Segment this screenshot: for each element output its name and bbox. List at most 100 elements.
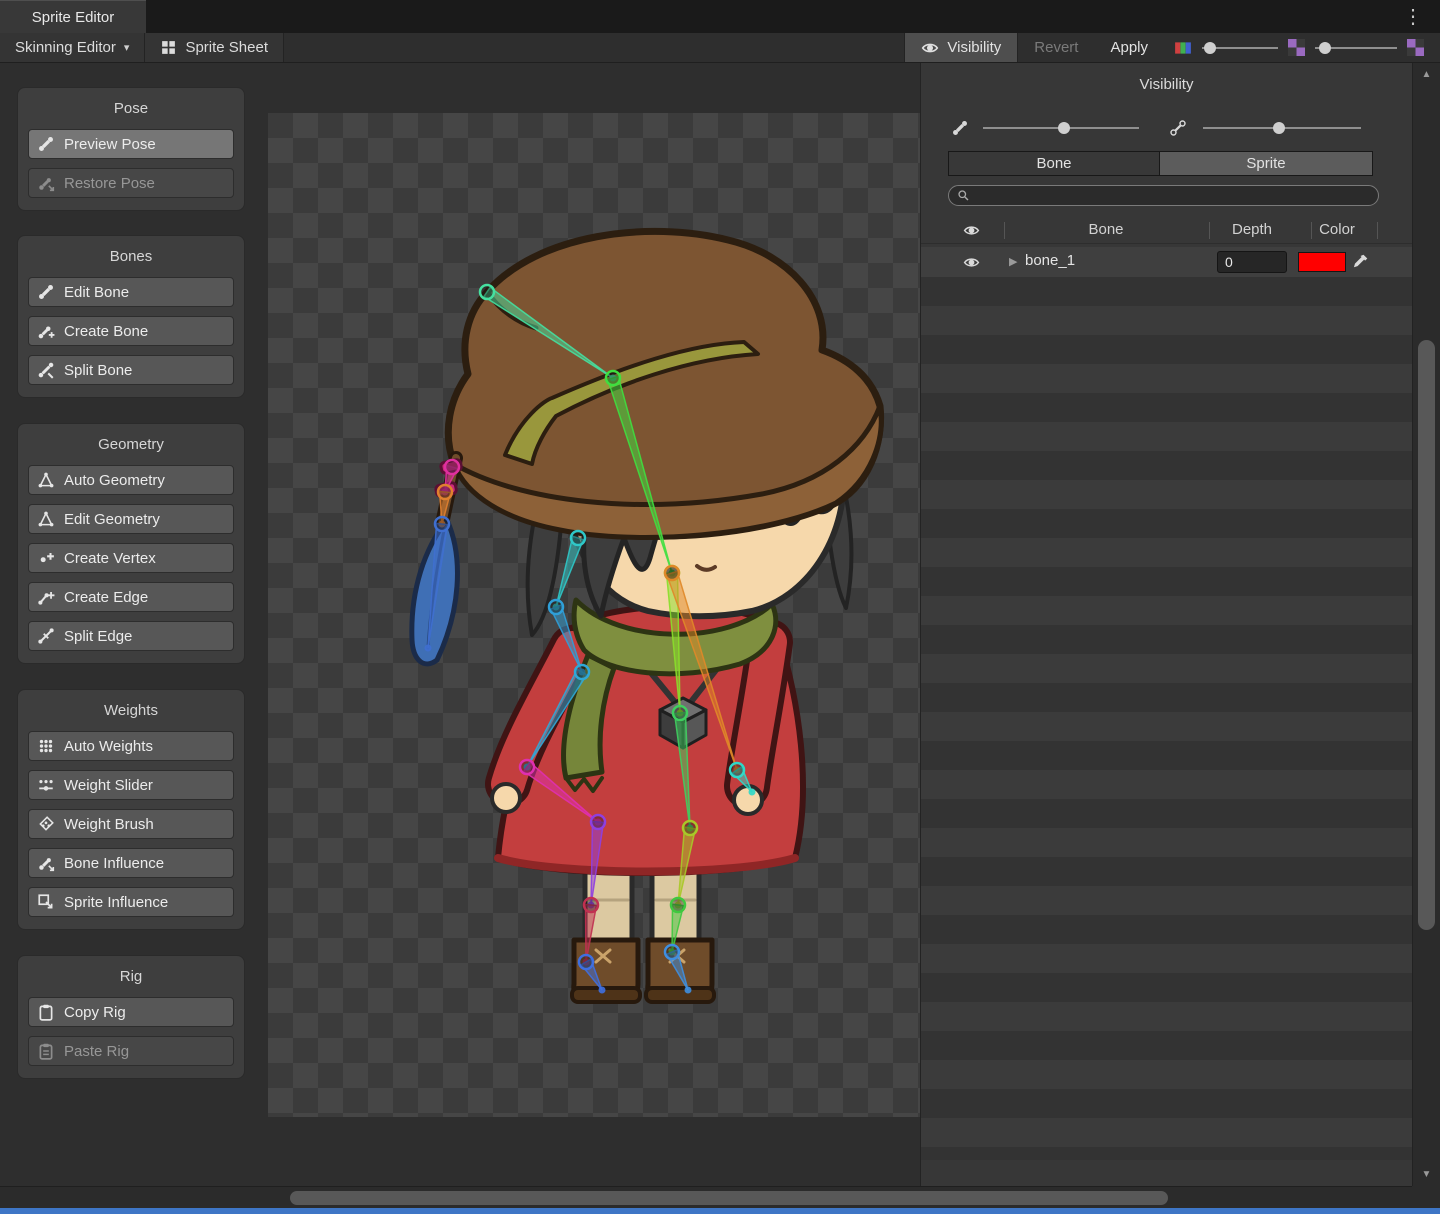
bone-color-swatch[interactable] bbox=[1298, 252, 1346, 272]
rig-panel-title: Rig bbox=[28, 968, 234, 985]
chevron-down-icon: ▾ bbox=[124, 41, 130, 54]
search-input[interactable] bbox=[970, 188, 1378, 203]
sprite-editor-window: Sprite Editor ⋮ Skinning Editor ▾ Sprite… bbox=[0, 0, 1440, 1214]
bone-table-header: Bone Depth Color bbox=[921, 217, 1412, 244]
bones-panel-title: Bones bbox=[28, 248, 234, 265]
sprite-influence-icon bbox=[37, 893, 55, 911]
search-box bbox=[948, 185, 1379, 206]
edit-bone-button[interactable]: Edit Bone bbox=[28, 277, 234, 307]
visibility-toggle-button[interactable]: Visibility bbox=[904, 33, 1018, 62]
sprite-sheet-grid-icon bbox=[160, 39, 177, 56]
bone-influence-button[interactable]: Bone Influence bbox=[28, 848, 234, 878]
restore-pose-label: Restore Pose bbox=[64, 175, 155, 192]
weight-slider-label: Weight Slider bbox=[64, 777, 153, 794]
weights-panel-title: Weights bbox=[28, 702, 234, 719]
weight-brush-button[interactable]: Weight Brush bbox=[28, 809, 234, 839]
revert-button[interactable]: Revert bbox=[1018, 33, 1094, 62]
window-bottom-edge bbox=[0, 1208, 1440, 1214]
create-bone-button[interactable]: Create Bone bbox=[28, 316, 234, 346]
revert-label: Revert bbox=[1034, 39, 1078, 56]
bone-opacity-slider[interactable] bbox=[983, 127, 1139, 129]
auto-weights-button[interactable]: Auto Weights bbox=[28, 731, 234, 761]
restore-pose-button[interactable]: Restore Pose bbox=[28, 168, 234, 198]
edit-bone-icon bbox=[37, 283, 55, 301]
window-tab-sprite-editor[interactable]: Sprite Editor bbox=[0, 0, 146, 33]
sprite-influence-label: Sprite Influence bbox=[64, 894, 168, 911]
toolbar-right-cluster: Visibility Revert Apply bbox=[904, 33, 1440, 62]
kebab-menu-icon[interactable]: ⋮ bbox=[1402, 4, 1424, 29]
split-bone-label: Split Bone bbox=[64, 362, 132, 379]
alpha-slider[interactable] bbox=[1202, 47, 1278, 49]
bone-opacity-slider-thumb[interactable] bbox=[1058, 122, 1070, 134]
bone-opacity-icon bbox=[951, 119, 969, 137]
mip-slider-thumb[interactable] bbox=[1319, 42, 1331, 54]
character-sprite bbox=[412, 231, 881, 1002]
bones-panel: Bones Edit Bone Create Bone Split Bone bbox=[18, 236, 244, 397]
sprite-opacity-slider[interactable] bbox=[1203, 127, 1361, 129]
weights-panel: Weights Auto Weights Weight Slider Weigh… bbox=[18, 690, 244, 929]
create-edge-button[interactable]: Create Edge bbox=[28, 582, 234, 612]
weight-brush-icon bbox=[37, 815, 55, 833]
preview-pose-button[interactable]: Preview Pose bbox=[28, 129, 234, 159]
split-edge-icon bbox=[37, 627, 55, 645]
mip-slider[interactable] bbox=[1315, 47, 1397, 49]
visibility-toggle-label: Visibility bbox=[947, 39, 1001, 56]
visibility-all-eye-icon[interactable] bbox=[963, 222, 980, 239]
bone-visibility-eye-icon[interactable] bbox=[963, 254, 980, 271]
tab-bone-label: Bone bbox=[1036, 155, 1071, 172]
edit-geometry-label: Edit Geometry bbox=[64, 511, 160, 528]
copy-rig-icon bbox=[37, 1003, 55, 1021]
alpha-slider-thumb[interactable] bbox=[1204, 42, 1216, 54]
edit-geometry-button[interactable]: Edit Geometry bbox=[28, 504, 234, 534]
column-depth: Depth bbox=[1217, 221, 1287, 238]
mip-checker-icon[interactable] bbox=[1407, 39, 1424, 56]
vertical-scrollbar-thumb[interactable] bbox=[1418, 340, 1435, 930]
window-tab-label: Sprite Editor bbox=[32, 9, 115, 26]
bone-influence-label: Bone Influence bbox=[64, 855, 164, 872]
search-icon bbox=[957, 189, 970, 202]
sprite-influence-button[interactable]: Sprite Influence bbox=[28, 887, 234, 917]
sprite-canvas[interactable] bbox=[268, 113, 920, 1117]
apply-label: Apply bbox=[1110, 39, 1148, 56]
vertical-scrollbar[interactable]: ▲ ▼ bbox=[1412, 63, 1440, 1186]
split-edge-button[interactable]: Split Edge bbox=[28, 621, 234, 651]
weight-slider-button[interactable]: Weight Slider bbox=[28, 770, 234, 800]
split-bone-button[interactable]: Split Bone bbox=[28, 355, 234, 385]
preview-pose-icon bbox=[37, 135, 55, 153]
auto-geometry-button[interactable]: Auto Geometry bbox=[28, 465, 234, 495]
eyedropper-icon[interactable] bbox=[1352, 253, 1369, 270]
tab-bone[interactable]: Bone bbox=[948, 151, 1160, 176]
create-vertex-icon bbox=[37, 549, 55, 567]
rig-panel: Rig Copy Rig Paste Rig bbox=[18, 956, 244, 1078]
geometry-panel: Geometry Auto Geometry Edit Geometry Cre… bbox=[18, 424, 244, 663]
scroll-down-arrow[interactable]: ▼ bbox=[1413, 1169, 1440, 1180]
apply-button[interactable]: Apply bbox=[1094, 33, 1164, 62]
create-edge-icon bbox=[37, 588, 55, 606]
horizontal-scrollbar[interactable] bbox=[0, 1186, 1412, 1208]
alpha-checker-icon[interactable] bbox=[1288, 39, 1305, 56]
rgb-color-mode-icon[interactable] bbox=[1174, 39, 1192, 57]
sprite-opacity-slider-thumb[interactable] bbox=[1273, 122, 1285, 134]
toolbar: Skinning Editor ▾ Sprite Sheet Visibilit… bbox=[0, 33, 1440, 63]
paste-rig-button[interactable]: Paste Rig bbox=[28, 1036, 234, 1066]
tab-sprite-label: Sprite bbox=[1246, 155, 1285, 172]
column-bone: Bone bbox=[1051, 221, 1161, 238]
depth-input[interactable] bbox=[1217, 251, 1287, 273]
restore-pose-icon bbox=[37, 174, 55, 192]
split-bone-icon bbox=[37, 361, 55, 379]
scrollbar-corner bbox=[1412, 1186, 1440, 1208]
tab-sprite[interactable]: Sprite bbox=[1160, 151, 1373, 176]
skinning-editor-dropdown[interactable]: Skinning Editor ▾ bbox=[0, 33, 145, 62]
scroll-up-arrow[interactable]: ▲ bbox=[1413, 69, 1440, 80]
auto-weights-label: Auto Weights bbox=[64, 738, 153, 755]
sprite-sheet-button[interactable]: Sprite Sheet bbox=[145, 33, 284, 62]
create-bone-label: Create Bone bbox=[64, 323, 148, 340]
create-vertex-button[interactable]: Create Vertex bbox=[28, 543, 234, 573]
horizontal-scrollbar-thumb[interactable] bbox=[290, 1191, 1168, 1205]
title-bar: Sprite Editor ⋮ bbox=[0, 0, 1440, 33]
copy-rig-button[interactable]: Copy Rig bbox=[28, 997, 234, 1027]
weight-slider-icon bbox=[37, 776, 55, 794]
expander-icon[interactable]: ▶ bbox=[1009, 255, 1017, 268]
bone-name: bone_1 bbox=[1025, 252, 1075, 269]
bone-influence-icon bbox=[37, 854, 55, 872]
